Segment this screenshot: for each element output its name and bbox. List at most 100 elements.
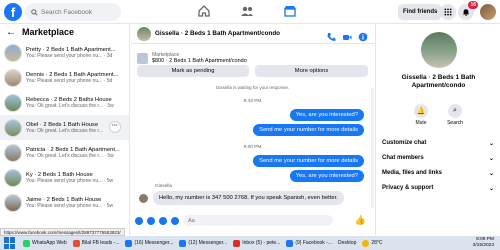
messenger-icon <box>125 239 133 247</box>
marketplace-title: Marketplace <box>22 27 75 37</box>
more-options-button[interactable]: More options <box>255 65 368 77</box>
phone-icon[interactable] <box>326 29 336 41</box>
listing-thumbnail <box>4 93 22 112</box>
chat-panel: Gissella · 2 Beds 1 Bath Apartment/condo… <box>131 24 374 235</box>
conversation-item[interactable]: Patricia · 2 Beds 1 Bath Apartment... You… <box>0 140 129 165</box>
weather-temp: 28°C <box>371 240 383 246</box>
find-friends-button[interactable]: Find friends <box>398 4 443 20</box>
conversation-item[interactable]: Obel · 2 Beds 1 Bath House You: Ok great.… <box>0 115 129 140</box>
link-preview-url: https://www.facebook.com/messages/t/2897… <box>0 228 125 236</box>
conversation-preview: You: Ok great. Let's discuss the r... <box>26 127 103 134</box>
sender-name: Gissella <box>155 184 173 189</box>
gif-icon[interactable] <box>171 216 179 225</box>
sun-icon <box>362 239 370 247</box>
taskbar-label: Bilal FB leads -... <box>81 240 120 246</box>
info-icon[interactable] <box>358 29 368 42</box>
conversation-item[interactable]: Jaime · 2 Beds 1 Bath House You: Please s… <box>0 190 129 215</box>
friends-icon[interactable] <box>240 4 254 18</box>
taskbar-item[interactable]: Inbox (5) - pete... <box>230 236 283 250</box>
marketplace-icon[interactable] <box>283 4 297 18</box>
conversation-title: Dennis · 2 Beds 1 Bath Apartment... <box>26 71 119 78</box>
row-label: Customize chat <box>382 140 427 146</box>
listing-image <box>137 52 148 64</box>
taskbar-item[interactable]: (16) Messenger... <box>122 236 176 250</box>
row-label: Media, files and links <box>382 170 443 176</box>
taskbar-item[interactable]: Desktop <box>335 236 359 250</box>
mute-label: Mute <box>415 120 427 126</box>
chat-title[interactable]: Gissella · 2 Beds 1 Bath Apartment/condo <box>155 30 280 37</box>
media-files-links-row[interactable]: Media, files and links ⌄ <box>382 166 494 180</box>
conversation-item[interactable]: Rebecca · 2 Beds 2 Baths House You: Ok gr… <box>0 90 129 115</box>
search-icon: ⌕ <box>448 104 462 118</box>
mute-button[interactable]: 🔔 Mute <box>409 104 433 126</box>
system-clock[interactable]: 8:09 PM 3/15/2023 <box>473 237 494 249</box>
conversation-item[interactable]: Dennis · 2 Beds 1 Bath Apartment... You: … <box>0 65 129 90</box>
taskbar-item[interactable]: WhatsApp Web <box>20 236 70 250</box>
clock-date: 3/15/2023 <box>472 243 494 248</box>
chevron-down-icon: ⌄ <box>488 185 494 192</box>
privacy-support-row[interactable]: Privacy & support ⌄ <box>382 181 494 195</box>
conversation-preview: You: Please send your phone nu... · 3d <box>26 52 113 59</box>
listing-thumbnail <box>4 68 22 87</box>
back-arrow-icon[interactable]: ← <box>6 27 16 38</box>
chevron-down-icon: ⌄ <box>488 170 494 177</box>
message-input-box[interactable] <box>183 215 333 226</box>
sticker-icon[interactable] <box>159 216 167 225</box>
messenger-icon <box>179 239 187 247</box>
chat-scrollbar[interactable] <box>371 88 374 208</box>
bell-icon <box>462 9 470 16</box>
bell-icon: 🔔 <box>414 104 428 118</box>
video-icon[interactable] <box>342 29 352 40</box>
incoming-message: Hello, my number is 347 500 2768. If you… <box>153 191 344 205</box>
taskbar-label: WhatsApp Web <box>32 240 67 246</box>
listing-thumbnail <box>4 143 22 162</box>
taskbar-label: Desktop <box>338 240 357 246</box>
conversation-item[interactable]: Ky · 2 Beds 1 Bath House You: Please send… <box>0 165 129 190</box>
marketplace-header: ← Marketplace <box>0 24 129 40</box>
message-input[interactable] <box>188 217 328 224</box>
start-windows-icon[interactable] <box>4 237 16 249</box>
conversation-avatar <box>421 32 457 68</box>
sender-avatar <box>139 194 148 203</box>
home-icon[interactable] <box>197 4 211 18</box>
notification-badge: 16 <box>468 1 478 9</box>
taskbar-label: Inbox (5) - pete... <box>242 240 281 246</box>
weather-widget[interactable]: 28°C <box>359 236 385 250</box>
listing-price-title: $800 · 2 Beds 1 Bath Apartment/condo <box>152 58 247 64</box>
search-input[interactable] <box>41 8 121 16</box>
listing-thumbnail <box>4 168 22 187</box>
mark-as-pending-button[interactable]: Mark as pending <box>137 65 249 77</box>
search-bar[interactable] <box>25 3 121 21</box>
chat-avatar[interactable] <box>137 26 151 41</box>
conversation-title: Patricia · 2 Beds 1 Bath Apartment... <box>26 146 120 153</box>
facebook-logo[interactable]: f <box>4 3 22 21</box>
mail-icon <box>233 239 241 247</box>
taskbar-item[interactable]: Bilal FB leads -... <box>70 236 123 250</box>
image-icon[interactable] <box>147 216 155 225</box>
conversation-item[interactable]: Pretty · 2 Beds 1 Bath Apartment... You: … <box>0 40 129 65</box>
conversation-list-panel: ← Marketplace Pretty · 2 Beds 1 Bath Apa… <box>0 24 130 235</box>
like-thumb-icon[interactable]: 👍 <box>355 215 366 226</box>
facebook-icon <box>286 239 294 247</box>
taskbar-item[interactable]: (9) Facebook -... <box>283 236 335 250</box>
conversation-more-button[interactable]: ··· <box>109 121 121 133</box>
conversation-preview: You: Please send your phone nu... · 5d <box>26 77 113 84</box>
listing-thumbnail <box>4 118 22 137</box>
taskbar-label: (12) Messenger... <box>188 240 228 246</box>
listing-thumbnail <box>4 43 22 62</box>
notifications-button[interactable]: 16 <box>458 1 478 20</box>
outgoing-message: Yes, are you interested? <box>289 109 364 121</box>
listing-thumbnail <box>4 193 22 212</box>
message-timestamp: 8:43 PM <box>243 99 262 104</box>
profile-avatar[interactable] <box>480 4 496 20</box>
customize-chat-row[interactable]: Customize chat ⌄ <box>382 136 494 150</box>
outgoing-message: Yes, are you interested? <box>289 170 364 182</box>
taskbar-item[interactable]: (12) Messenger... <box>176 236 230 250</box>
windows-taskbar: WhatsApp Web Bilal FB leads -... (16) Me… <box>0 236 500 250</box>
menu-button[interactable] <box>440 4 456 20</box>
plus-icon[interactable] <box>135 216 143 225</box>
outgoing-message: Send me your number for more details <box>253 155 364 167</box>
conversation-title: Rebecca · 2 Beds 2 Baths House <box>26 96 112 103</box>
search-conversation-button[interactable]: ⌕ Search <box>443 104 467 126</box>
chat-members-row[interactable]: Chat members ⌄ <box>382 151 494 165</box>
